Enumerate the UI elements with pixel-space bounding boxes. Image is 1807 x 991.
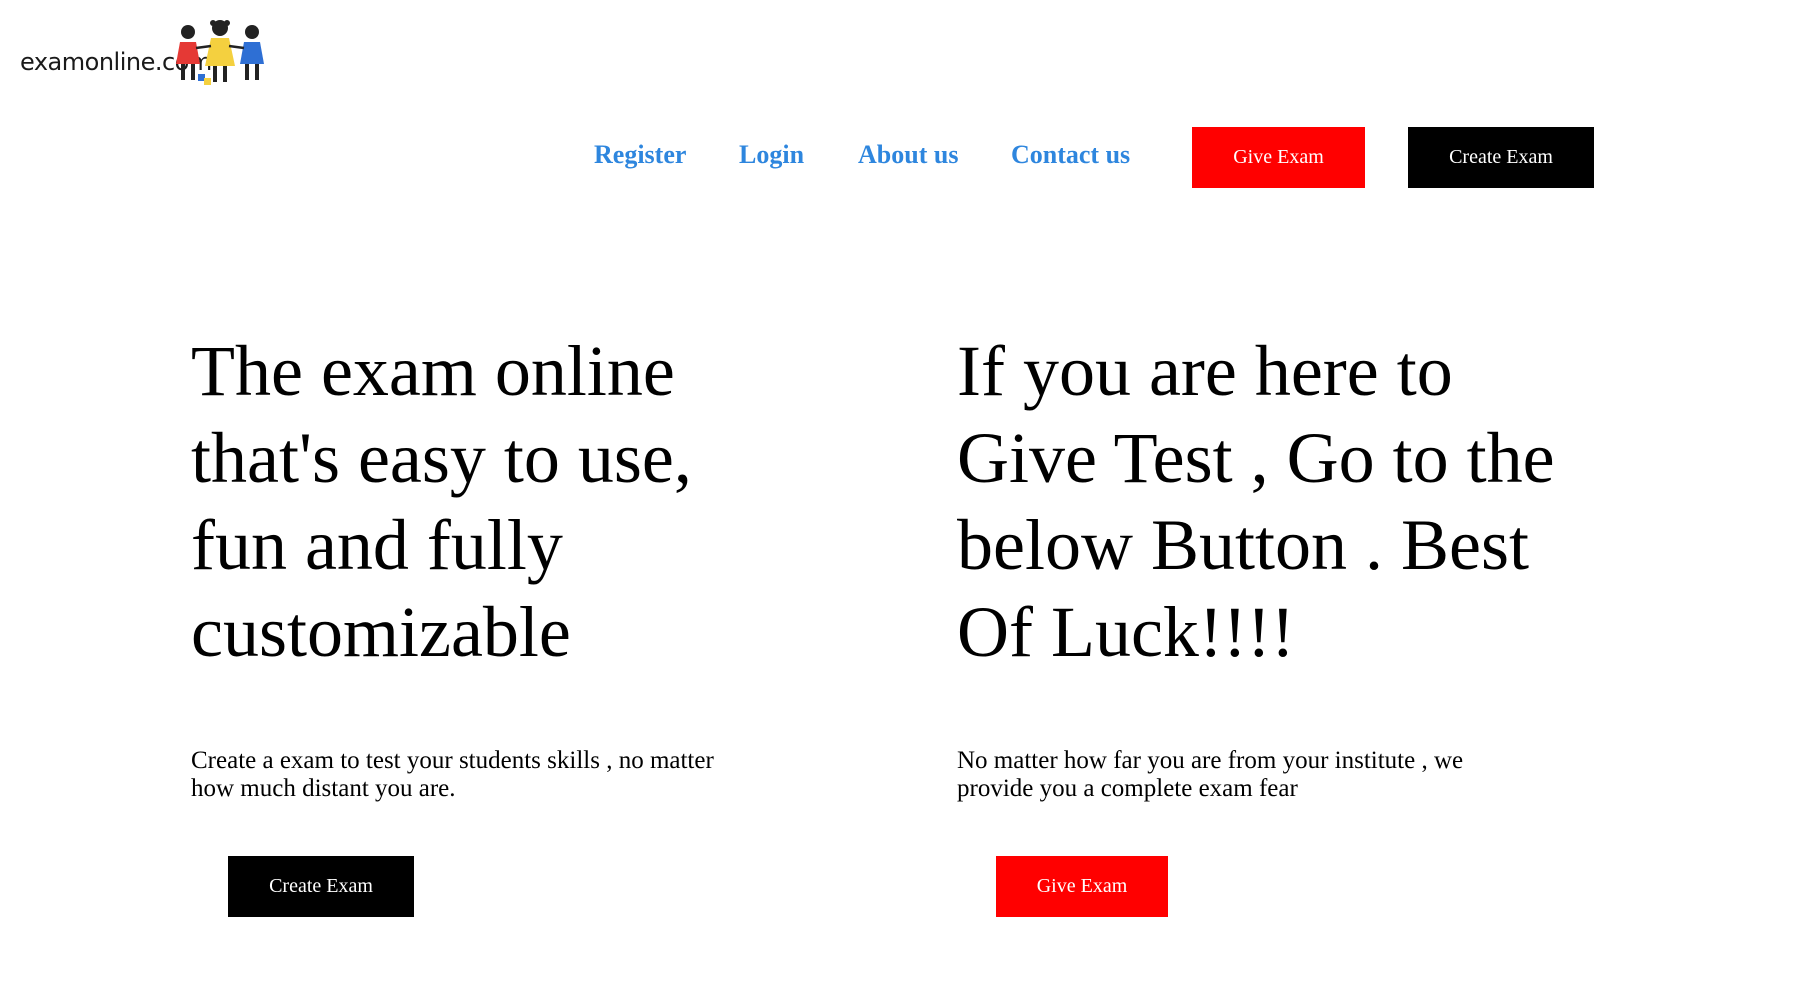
hero-left-heading: The exam online that's easy to use, fun … [191, 331, 692, 672]
hero-right-heading: If you are here to Give Test , Go to the… [957, 331, 1555, 672]
hero-give-exam-button[interactable]: Give Exam [996, 856, 1168, 917]
children-holding-hands-icon [176, 20, 264, 85]
nav-give-exam-button[interactable]: Give Exam [1192, 127, 1365, 188]
hero-create-exam-button[interactable]: Create Exam [228, 856, 414, 917]
hero-left-paragraph: Create a exam to test your students skil… [191, 747, 714, 802]
nav-about-us-link[interactable]: About us [858, 140, 958, 170]
nav-contact-us-link[interactable]: Contact us [1011, 140, 1130, 170]
nav-register-link[interactable]: Register [594, 140, 686, 170]
site-logo[interactable]: examonline.com [20, 18, 264, 90]
nav-create-exam-button[interactable]: Create Exam [1408, 127, 1594, 188]
hero-right-paragraph: No matter how far you are from your inst… [957, 747, 1464, 802]
nav-login-link[interactable]: Login [739, 140, 804, 170]
